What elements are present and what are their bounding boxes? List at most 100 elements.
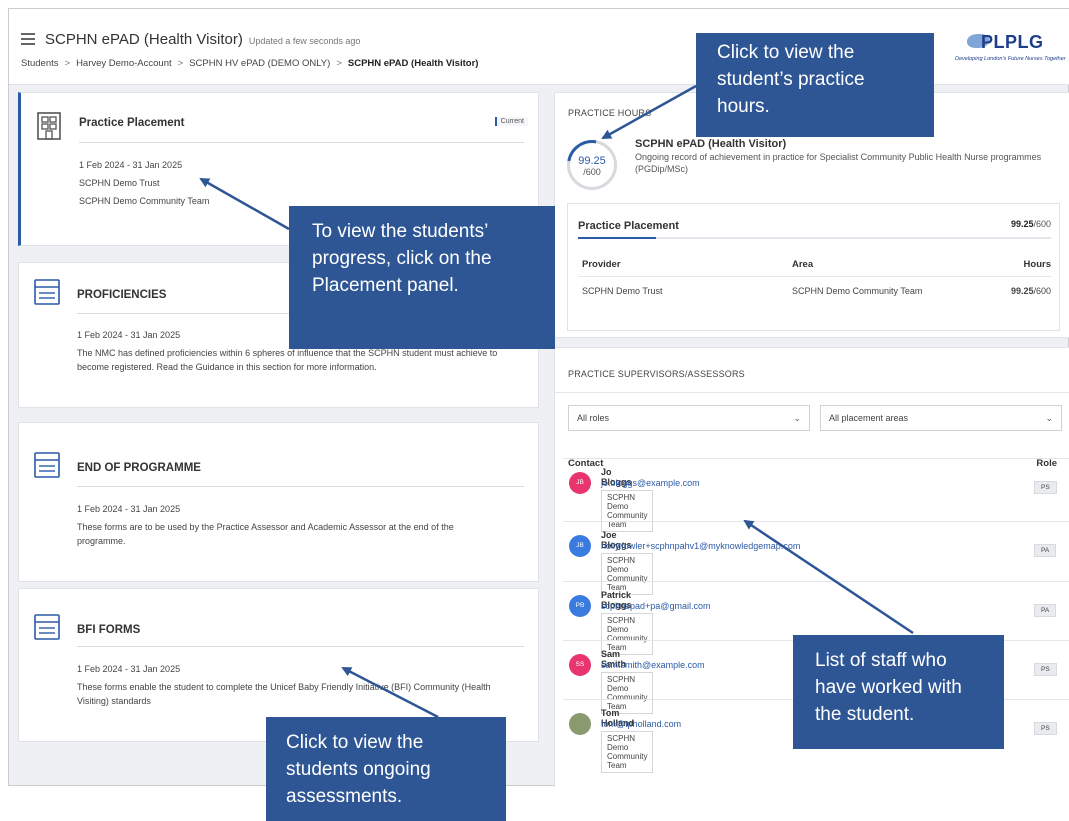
contact-team-tag: SCPHN Demo Community Team bbox=[601, 553, 654, 595]
roles-filter-value: All roles bbox=[577, 413, 610, 423]
contact-email-link[interactable]: sam.smith@example.com bbox=[601, 660, 705, 670]
panel-description: These forms are to be used by the Practi… bbox=[77, 520, 537, 548]
row-hours-value: 99.25 bbox=[1010, 286, 1034, 296]
panel-title: PROFICIENCIES bbox=[77, 289, 167, 301]
callout-line: student’s practice bbox=[717, 69, 865, 90]
placement-hours-title: Practice Placement bbox=[578, 220, 679, 232]
breadcrumb: Students > Harvey Demo-Account > SCPHN H… bbox=[21, 58, 478, 69]
contact-team-tag: SCPHN Demo Community Team bbox=[601, 490, 654, 532]
panel-dates: 1 Feb 2024 - 31 Jan 2025 bbox=[77, 330, 181, 340]
callout-line: List of staff who bbox=[815, 650, 947, 671]
row-hours: 99.25/600 bbox=[1011, 286, 1051, 296]
panel-description: These forms enable the student to comple… bbox=[77, 680, 547, 708]
row-hours-total: /600 bbox=[1033, 286, 1051, 296]
panel-dates: 1 Feb 2024 - 31 Jan 2025 bbox=[77, 664, 181, 674]
placement-hours-denominator: /600 bbox=[1033, 219, 1051, 229]
placement-hours-card[interactable]: Practice Placement 99.25/600 Provider Ar… bbox=[567, 203, 1060, 331]
role-badge: PS bbox=[1034, 663, 1057, 676]
panel-title: BFI FORMS bbox=[77, 624, 141, 636]
panel-dates: 1 Feb 2024 - 31 Jan 2025 bbox=[79, 160, 183, 170]
role-badge: PA bbox=[1034, 604, 1057, 617]
panel-dates: 1 Feb 2024 - 31 Jan 2025 bbox=[77, 504, 181, 514]
placement-provider: SCPHN Demo Trust bbox=[79, 178, 160, 188]
role-badge: PS bbox=[1034, 722, 1057, 735]
contact-email-link[interactable]: scphnepad+pa@gmail.com bbox=[601, 601, 710, 611]
description-line: These forms enable the student to comple… bbox=[77, 682, 491, 692]
end-of-programme-panel[interactable]: END OF PROGRAMME 1 Feb 2024 - 31 Jan 202… bbox=[18, 422, 539, 582]
callout-hours: Click to view the student’s practice hou… bbox=[696, 33, 934, 137]
list-icon bbox=[34, 614, 60, 640]
roles-filter[interactable]: All roles ⌄ bbox=[568, 405, 810, 431]
callout-line: hours. bbox=[717, 96, 770, 117]
chevron-right-icon: > bbox=[64, 58, 71, 69]
logo-text: PLPLG bbox=[981, 32, 1044, 52]
chevron-down-icon: ⌄ bbox=[793, 413, 801, 423]
table-row-divider bbox=[563, 581, 1069, 582]
building-icon bbox=[37, 112, 61, 140]
panel-title: END OF PROGRAMME bbox=[77, 462, 201, 474]
table-divider bbox=[578, 276, 1051, 277]
description-line: Visiting) standards bbox=[77, 696, 151, 706]
description-line: These forms are to be used by the Practi… bbox=[77, 522, 454, 532]
row-area: SCPHN Demo Community Team bbox=[792, 286, 923, 296]
table-row-divider bbox=[563, 458, 1069, 459]
title-row: SCPHN ePAD (Health Visitor) Updated a fe… bbox=[21, 31, 360, 48]
placement-hours-value: 99.25 bbox=[1010, 219, 1034, 229]
callout-line: Placement panel. bbox=[312, 275, 459, 296]
hours-progress-ring[interactable]: 99.25 /600 bbox=[557, 130, 627, 200]
hours-progress-bar bbox=[578, 237, 1051, 239]
hours-progress-fill bbox=[578, 237, 657, 239]
contact-email-link[interactable]: holly.fowler+scphnpahv1@myknowledgemap.c… bbox=[601, 541, 800, 551]
areas-filter-value: All placement areas bbox=[829, 413, 909, 423]
menu-icon[interactable] bbox=[21, 33, 35, 45]
callout-line: Click to view the bbox=[286, 732, 424, 753]
programme-description: Ongoing record of achievement in practic… bbox=[635, 152, 1042, 174]
avatar: JB bbox=[569, 535, 591, 557]
chevron-right-icon: > bbox=[336, 58, 342, 69]
contact-email-link[interactable]: jo.bloggs@example.com bbox=[601, 478, 700, 488]
avatar: JB bbox=[569, 472, 591, 494]
plplg-logo: PLPLG Developing London's Future Nurses … bbox=[953, 30, 1069, 70]
callout-line: have worked with bbox=[815, 677, 962, 698]
page-title: SCPHN ePAD (Health Visitor) bbox=[45, 31, 243, 48]
chevron-right-icon: > bbox=[177, 58, 184, 69]
avatar: SS bbox=[569, 654, 591, 676]
description-line: become registered. Read the Guidance in … bbox=[77, 362, 377, 372]
callout-staff: List of staff who have worked with the s… bbox=[793, 635, 1004, 749]
col-provider: Provider bbox=[582, 259, 621, 270]
placement-hours-total: 99.25/600 bbox=[1011, 219, 1051, 229]
callout-line: the student. bbox=[815, 704, 915, 725]
callout-line: students ongoing bbox=[286, 759, 431, 780]
section-label: PRACTICE SUPERVISORS/ASSESSORS bbox=[568, 369, 745, 379]
callout-line: assessments. bbox=[286, 786, 403, 807]
contact-email-link[interactable]: tom@tpholland.com bbox=[601, 719, 681, 729]
row-provider: SCPHN Demo Trust bbox=[582, 286, 663, 296]
divider bbox=[77, 486, 524, 487]
hours-value: 99.25 bbox=[578, 155, 606, 167]
table-row-divider bbox=[563, 521, 1069, 522]
chevron-down-icon: ⌄ bbox=[1045, 413, 1053, 423]
areas-filter[interactable]: All placement areas ⌄ bbox=[820, 405, 1062, 431]
callout-line: Click to view the bbox=[717, 42, 855, 63]
section-label: PRACTICE HOURS bbox=[568, 108, 652, 118]
updated-status: Updated a few seconds ago bbox=[248, 36, 361, 46]
programme-title: SCPHN ePAD (Health Visitor) bbox=[635, 138, 787, 150]
breadcrumb-programme[interactable]: SCPHN HV ePAD (DEMO ONLY) bbox=[189, 58, 330, 69]
col-role: Role bbox=[1036, 458, 1057, 469]
divider bbox=[555, 392, 1069, 393]
list-icon bbox=[34, 452, 60, 478]
panel-title: Practice Placement bbox=[79, 117, 185, 129]
breadcrumb-student[interactable]: Harvey Demo-Account bbox=[76, 58, 172, 69]
divider bbox=[77, 646, 524, 647]
current-badge: Current bbox=[494, 117, 528, 126]
role-badge: PA bbox=[1034, 544, 1057, 557]
placement-area: SCPHN Demo Community Team bbox=[79, 196, 210, 206]
avatar bbox=[569, 713, 591, 735]
breadcrumb-current: SCPHN ePAD (Health Visitor) bbox=[347, 58, 479, 69]
callout-placement: To view the students’ progress, click on… bbox=[289, 206, 555, 349]
avatar: PB bbox=[569, 595, 591, 617]
contact-team-tag: SCPHN Demo Community Team bbox=[601, 731, 654, 773]
role-badge: PS bbox=[1034, 481, 1057, 494]
col-area: Area bbox=[792, 259, 814, 270]
breadcrumb-students[interactable]: Students bbox=[21, 58, 59, 69]
